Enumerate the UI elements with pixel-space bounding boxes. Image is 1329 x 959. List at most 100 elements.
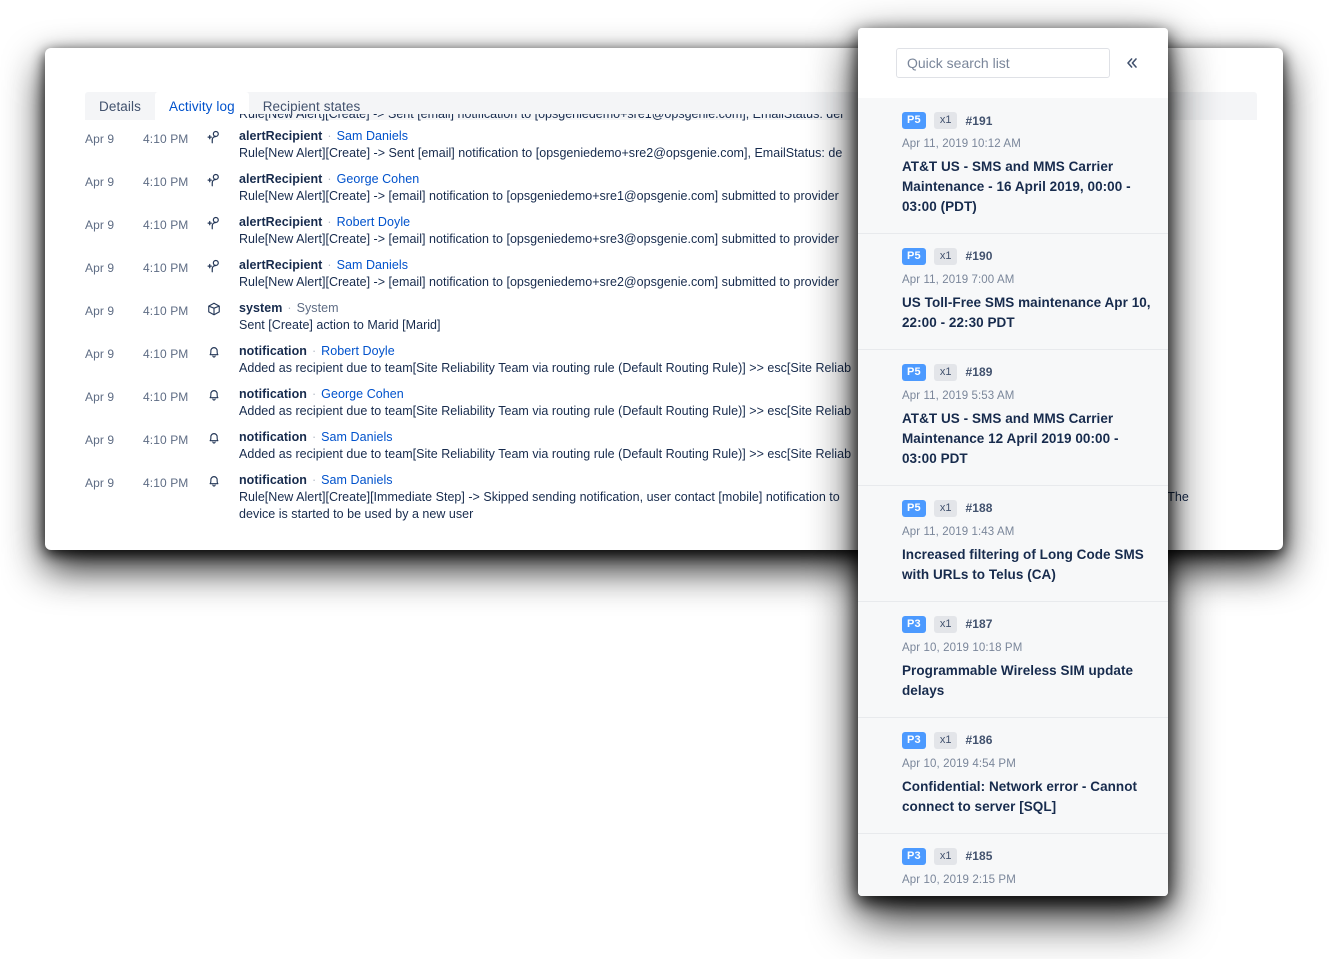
- list-item[interactable]: P5 x1 #189 Apr 11, 2019 5:53 AM AT&T US …: [858, 350, 1168, 486]
- add-person-icon: [207, 214, 239, 231]
- search-input[interactable]: [896, 48, 1110, 78]
- log-separator: ·: [312, 344, 316, 358]
- log-user-link[interactable]: Sam Daniels: [321, 473, 392, 487]
- count-badge: x1: [934, 112, 958, 129]
- list-item-meta: P5 x1 #188: [902, 500, 1152, 517]
- screenshot-root: Details Activity log Recipient states Ru…: [0, 0, 1329, 959]
- log-date: Apr 9: [85, 343, 143, 361]
- log-separator: ·: [312, 430, 316, 444]
- alert-id: #190: [965, 249, 992, 263]
- status-badge: P3: [902, 616, 926, 633]
- log-type: alertRecipient: [239, 215, 322, 229]
- log-separator: ·: [287, 301, 291, 315]
- add-person-icon: [207, 128, 239, 145]
- log-type: alertRecipient: [239, 129, 322, 143]
- alert-id: #185: [965, 849, 992, 863]
- count-badge: x1: [934, 732, 958, 749]
- status-badge: P5: [902, 364, 926, 381]
- log-user-link[interactable]: George Cohen: [337, 172, 420, 186]
- tab-details-label: Details: [99, 99, 141, 114]
- list-item-title: Confidential: Network error - Cannot con…: [902, 893, 1152, 896]
- log-user-link[interactable]: Sam Daniels: [321, 430, 392, 444]
- log-date: Apr 9: [85, 300, 143, 318]
- log-time: 4:10 PM: [143, 257, 207, 275]
- count-badge: x1: [934, 248, 958, 265]
- alert-id: #191: [965, 114, 992, 128]
- bell-icon: [207, 343, 239, 359]
- list-item[interactable]: P3 x1 #186 Apr 10, 2019 4:54 PM Confiden…: [858, 718, 1168, 834]
- quick-search-header: [858, 28, 1168, 98]
- list-item-timestamp: Apr 10, 2019 10:18 PM: [902, 642, 1152, 654]
- log-date: Apr 9: [85, 128, 143, 146]
- list-item[interactable]: P5 x1 #191 Apr 11, 2019 10:12 AM AT&T US…: [858, 98, 1168, 234]
- list-item-timestamp: Apr 11, 2019 5:53 AM: [902, 390, 1152, 402]
- list-item-timestamp: Apr 11, 2019 7:00 AM: [902, 274, 1152, 286]
- quick-search-results-list[interactable]: P5 x1 #191 Apr 11, 2019 10:12 AM AT&T US…: [858, 98, 1168, 896]
- list-item-title: Programmable Wireless SIM update delays: [902, 661, 1152, 701]
- log-separator: ·: [312, 473, 316, 487]
- log-user-link[interactable]: Sam Daniels: [337, 129, 408, 143]
- log-separator: ·: [327, 172, 331, 186]
- cube-icon: [207, 300, 239, 316]
- list-item-title: US Toll-Free SMS maintenance Apr 10, 22:…: [902, 293, 1152, 333]
- quick-search-panel: P5 x1 #191 Apr 11, 2019 10:12 AM AT&T US…: [858, 28, 1168, 896]
- log-type: notification: [239, 430, 307, 444]
- list-item-meta: P3 x1 #187: [902, 616, 1152, 633]
- list-item-timestamp: Apr 10, 2019 4:54 PM: [902, 758, 1152, 770]
- double-chevron-left-icon[interactable]: [1118, 49, 1146, 77]
- log-user-link[interactable]: Robert Doyle: [321, 344, 395, 358]
- add-person-icon: [207, 257, 239, 274]
- list-item-meta: P5 x1 #189: [902, 364, 1152, 381]
- log-user: System: [297, 301, 339, 315]
- log-separator: ·: [327, 215, 331, 229]
- bell-icon: [207, 429, 239, 445]
- list-item-title: AT&T US - SMS and MMS Carrier Maintenanc…: [902, 409, 1152, 469]
- status-badge: P3: [902, 732, 926, 749]
- status-badge: P5: [902, 112, 926, 129]
- log-type: notification: [239, 473, 307, 487]
- log-date: Apr 9: [85, 429, 143, 447]
- log-type: alertRecipient: [239, 258, 322, 272]
- log-type: notification: [239, 387, 307, 401]
- tab-recipient-states-label: Recipient states: [263, 99, 361, 114]
- list-item-meta: P5 x1 #191: [902, 112, 1152, 129]
- log-user-link[interactable]: Robert Doyle: [337, 215, 411, 229]
- list-item[interactable]: P5 x1 #190 Apr 11, 2019 7:00 AM US Toll-…: [858, 234, 1168, 350]
- log-separator: ·: [327, 129, 331, 143]
- status-badge: P3: [902, 848, 926, 865]
- bell-icon: [207, 386, 239, 402]
- log-time: 4:10 PM: [143, 171, 207, 189]
- count-badge: x1: [934, 616, 958, 633]
- log-time: 4:10 PM: [143, 214, 207, 232]
- list-item-meta: P3 x1 #186: [902, 732, 1152, 749]
- log-separator: ·: [327, 258, 331, 272]
- list-item[interactable]: P3 x1 #187 Apr 10, 2019 10:18 PM Program…: [858, 602, 1168, 718]
- log-detail-part1: Rule[New Alert][Create][Immediate Step] …: [239, 490, 840, 504]
- log-time: 4:10 PM: [143, 128, 207, 146]
- log-date: Apr 9: [85, 171, 143, 189]
- log-time: 4:10 PM: [143, 472, 207, 490]
- add-person-icon: [207, 171, 239, 188]
- log-separator: ·: [312, 387, 316, 401]
- list-item-meta: P3 x1 #185: [902, 848, 1152, 865]
- count-badge: x1: [934, 848, 958, 865]
- list-item-title: AT&T US - SMS and MMS Carrier Maintenanc…: [902, 157, 1152, 217]
- list-item[interactable]: P3 x1 #185 Apr 10, 2019 2:15 PM Confiden…: [858, 834, 1168, 896]
- log-time: 4:10 PM: [143, 300, 207, 318]
- list-item-title: Confidential: Network error - Cannot con…: [902, 777, 1152, 817]
- alert-id: #186: [965, 733, 992, 747]
- list-item-timestamp: Apr 11, 2019 10:12 AM: [902, 138, 1152, 150]
- bell-icon: [207, 472, 239, 488]
- log-user-link[interactable]: Sam Daniels: [337, 258, 408, 272]
- clipped-row-detail: Rule[New Alert][Create] -> Sent [email] …: [239, 114, 843, 121]
- log-date: Apr 9: [85, 257, 143, 275]
- log-date: Apr 9: [85, 472, 143, 490]
- log-type: notification: [239, 344, 307, 358]
- log-type: system: [239, 301, 282, 315]
- alert-id: #187: [965, 617, 992, 631]
- log-user-link[interactable]: George Cohen: [321, 387, 404, 401]
- log-date: Apr 9: [85, 214, 143, 232]
- log-type: alertRecipient: [239, 172, 322, 186]
- list-item-timestamp: Apr 11, 2019 1:43 AM: [902, 526, 1152, 538]
- list-item[interactable]: P5 x1 #188 Apr 11, 2019 1:43 AM Increase…: [858, 486, 1168, 602]
